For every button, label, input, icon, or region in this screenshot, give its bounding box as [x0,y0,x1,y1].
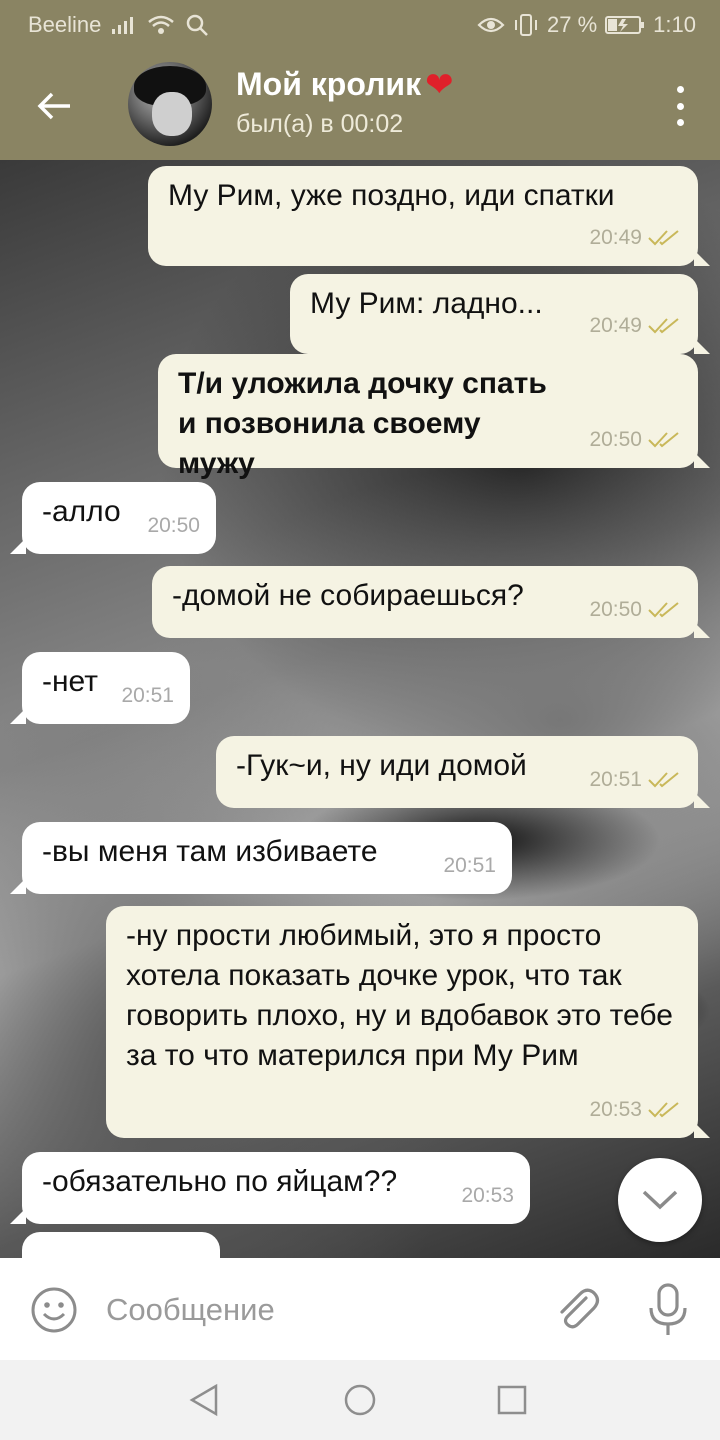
message-bubble-outgoing[interactable]: -ну прости любимый, это я просто хотела … [106,906,710,1138]
avatar[interactable] [128,62,212,146]
double-check-icon [648,1102,679,1118]
emoji-button[interactable] [30,1286,78,1334]
message-time: 20:50 [147,514,200,537]
arrow-left-icon [37,92,70,120]
more-vertical-icon [676,86,684,93]
message-bubble-outgoing[interactable]: Т/и уложила дочку спать и позвонила свое… [158,354,710,480]
message-input-bar [0,1258,720,1360]
search-icon [185,13,209,37]
circle-home-icon [344,1384,376,1416]
triangle-back-icon [189,1383,218,1417]
contact-name-text: Мой кролик [236,66,422,102]
heart-emoji: ❤ [425,65,454,104]
status-bar: Beeline 27 % 1:10 [0,0,720,50]
message-text: -домой не собираешься? [172,579,524,612]
message-bubble-outgoing[interactable]: -домой не собираешься? 20:50 [152,566,710,638]
message-text: -Гук~и, ну иди домой [236,749,527,782]
contact-name[interactable]: Мой кролик ❤ [236,66,454,103]
message-input[interactable] [104,1284,528,1336]
message-time: 20:51 [589,768,642,791]
double-check-icon [648,602,679,618]
message-text: -вы меня там избиваете [42,835,378,868]
message-text: Му Рим: ладно... [310,287,543,320]
battery-percent: 27 % [547,12,598,37]
nav-recent-button[interactable] [494,1382,530,1418]
double-check-icon [648,432,679,448]
square-recent-icon [497,1385,527,1415]
message-bubble-incoming[interactable]: -обязательно по яйцам?? 20:53 [10,1152,530,1224]
battery-charging-icon [605,15,645,35]
message-time: 20:49 [589,226,642,249]
system-navigation-bar [0,1360,720,1440]
chevron-down-icon [642,1190,678,1210]
double-check-icon [648,318,679,334]
last-seen-status: был(а) в 00:02 [236,110,404,138]
back-button[interactable] [32,84,76,128]
carrier-label: Beeline [28,12,102,37]
message-text: -обязательно по яйцам?? [42,1165,398,1198]
double-check-icon [648,230,679,246]
smile-icon [31,1287,77,1333]
double-check-icon [648,772,679,788]
chat-header: Мой кролик ❤ был(а) в 00:02 [0,50,720,160]
vibrate-icon [513,13,539,37]
paperclip-icon [560,1288,600,1329]
message-time: 20:50 [589,598,642,621]
message-text: -алло [42,495,121,528]
wifi-icon [147,14,175,36]
message-text: Му Рим, уже поздно, иди спатки [168,179,615,212]
scroll-down-button[interactable] [618,1158,702,1242]
microphone-icon [649,1283,687,1335]
message-text: Т/и уложила дочку спать и позвонила свое… [178,367,547,480]
attach-button[interactable] [552,1284,602,1334]
message-time: 20:53 [589,1098,642,1121]
eye-icon [477,15,505,35]
message-bubble-outgoing[interactable]: Му Рим: ладно... 20:49 [290,274,710,354]
message-time: 20:49 [589,314,642,337]
message-text: -ну прости любимый, это я просто хотела … [126,919,673,1072]
message-bubble-incoming[interactable]: -нет 20:51 [10,652,190,724]
message-time: 20:51 [443,854,496,877]
message-bubble-incoming[interactable]: -вы меня там избиваете 20:51 [10,822,512,894]
message-bubble-outgoing[interactable]: Му Рим, уже поздно, иди спатки 20:49 [148,166,710,266]
message-bubble-outgoing[interactable]: -Гук~и, ну иди домой 20:51 [216,736,710,808]
message-time: 20:50 [589,428,642,451]
message-bubble-incoming[interactable]: -алло 20:50 [10,482,216,554]
clock: 1:10 [653,12,696,37]
nav-home-button[interactable] [342,1382,378,1418]
voice-message-button[interactable] [646,1282,690,1338]
message-time: 20:51 [121,684,174,707]
message-time: 20:53 [461,1184,514,1207]
nav-back-button[interactable] [186,1382,222,1418]
message-text: -нет [42,665,98,698]
message-bubble-incoming-partial[interactable] [22,1232,220,1258]
chat-messages-area[interactable]: Му Рим, уже поздно, иди спатки 20:49 Му … [0,160,720,1258]
more-options-button[interactable] [670,86,690,126]
signal-icon [111,15,137,35]
